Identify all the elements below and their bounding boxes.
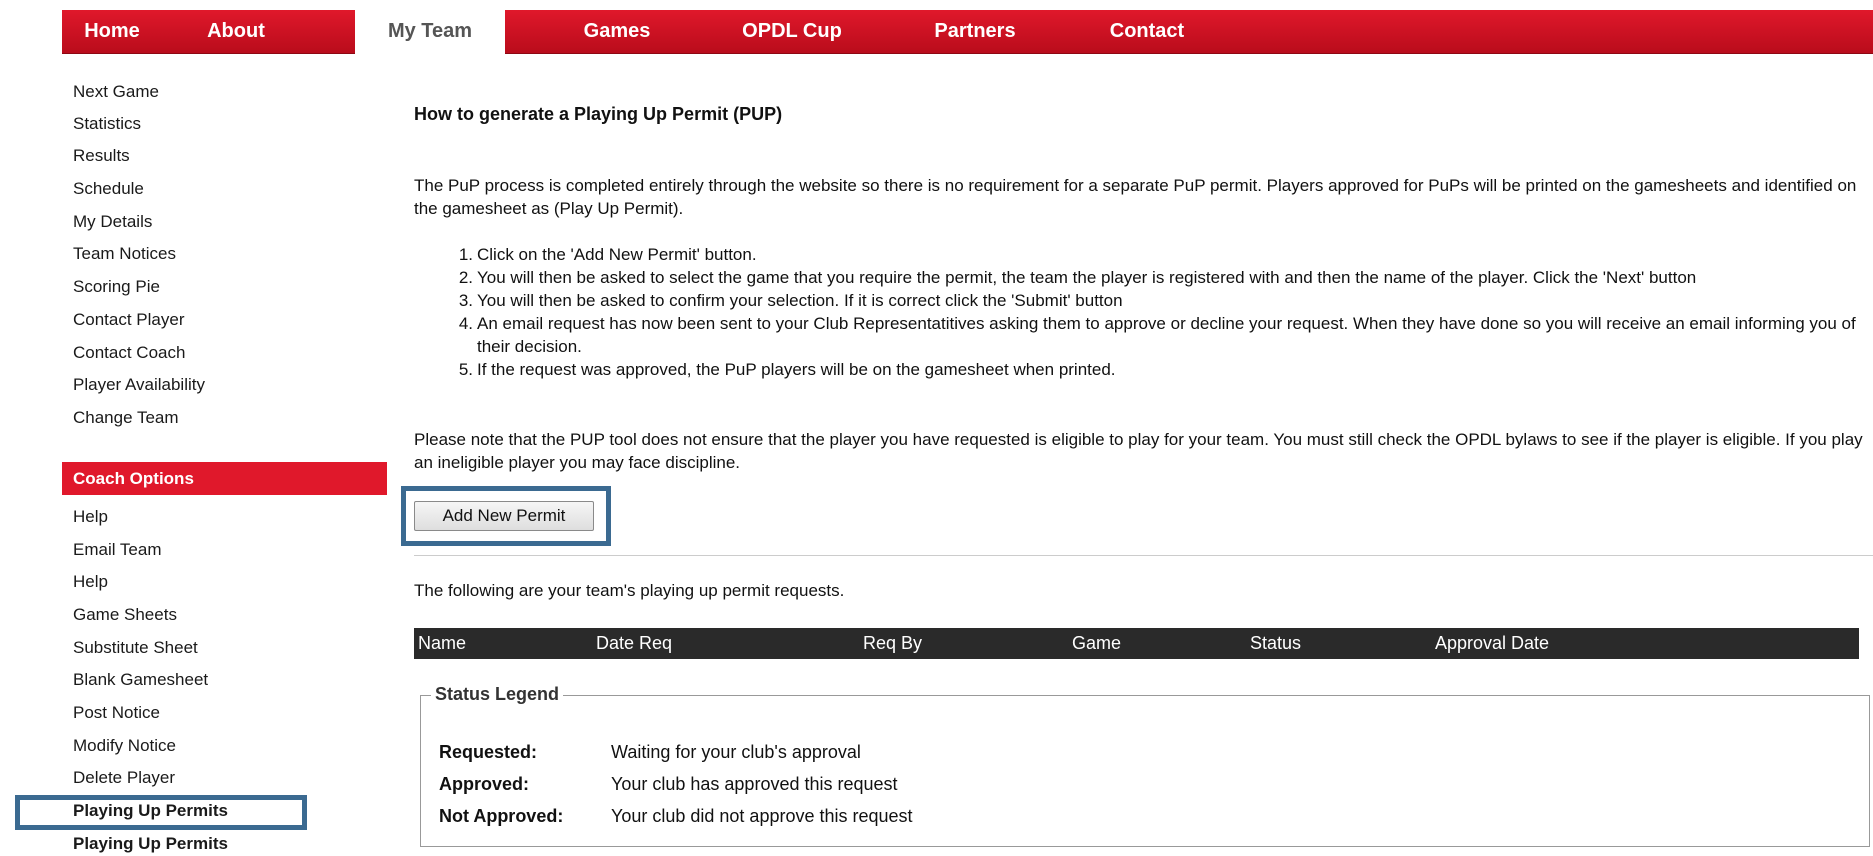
column-header-req-by[interactable]: Req By xyxy=(863,628,922,659)
sidebar-link-post-notice[interactable]: Post Notice xyxy=(73,703,160,723)
nav-home[interactable]: Home xyxy=(62,10,162,53)
nav-about[interactable]: About xyxy=(176,10,296,53)
sidebar-link-delete-player[interactable]: Delete Player xyxy=(73,768,175,788)
column-header-approval-date[interactable]: Approval Date xyxy=(1435,628,1549,659)
nav-opdl-cup[interactable]: OPDL Cup xyxy=(722,10,862,53)
sidebar-link-email-team[interactable]: Email Team xyxy=(73,540,162,560)
coach-options-header: Coach Options xyxy=(62,462,387,495)
sidebar-link-modify-notice[interactable]: Modify Notice xyxy=(73,736,176,756)
column-header-status[interactable]: Status xyxy=(1250,628,1301,659)
sidebar-link-substitute-sheet[interactable]: Substitute Sheet xyxy=(73,638,198,658)
step-item: 5. If the request was approved, the PuP … xyxy=(459,358,1873,381)
legend-row: Requested: Waiting for your club's approv… xyxy=(439,742,861,763)
sidebar-link-blank-gamesheet[interactable]: Blank Gamesheet xyxy=(73,670,208,690)
legend-label: Requested: xyxy=(439,742,538,762)
sidebar-link-contact-player[interactable]: Contact Player xyxy=(73,310,185,330)
legend-description: Waiting for your club's approval xyxy=(611,742,861,762)
step-text: You will then be asked to select the gam… xyxy=(477,268,1697,287)
step-number: 1. xyxy=(458,245,473,264)
eligibility-note: Please note that the PUP tool does not e… xyxy=(414,430,1863,472)
nav-contact[interactable]: Contact xyxy=(1082,10,1212,53)
nav-games[interactable]: Games xyxy=(557,10,677,53)
step-item: 2. You will then be asked to select the … xyxy=(459,266,1873,289)
step-item: 4. An email request has now been sent to… xyxy=(459,312,1873,358)
step-number: 2. xyxy=(458,268,473,287)
main-nav: Home About My Team Games OPDL Cup Partne… xyxy=(62,10,1873,54)
sidebar-link-my-details[interactable]: My Details xyxy=(73,212,152,232)
step-number: 4. xyxy=(458,314,473,333)
sidebar-link-next-game[interactable]: Next Game xyxy=(73,82,159,102)
step-number: 3. xyxy=(458,291,473,310)
step-item: 1. Click on the 'Add New Permit' button. xyxy=(459,243,1873,266)
nav-partners[interactable]: Partners xyxy=(910,10,1040,53)
sidebar-link-help[interactable]: Help xyxy=(73,507,108,527)
add-new-permit-button[interactable]: Add New Permit xyxy=(414,501,594,531)
nav-my-team[interactable]: My Team xyxy=(355,10,505,54)
intro-paragraph: The PuP process is completed entirely th… xyxy=(414,176,1857,218)
legend-description: Your club did not approve this request xyxy=(611,806,913,826)
sidebar-link-player-availability[interactable]: Player Availability xyxy=(73,375,205,395)
status-legend: Status Legend Requested: Waiting for your… xyxy=(420,684,1870,847)
legend-row: Approved: Your club has approved this req… xyxy=(439,774,898,795)
step-number: 5. xyxy=(458,360,473,379)
sidebar-highlight-box xyxy=(15,795,307,830)
sidebar-link-statistics[interactable]: Statistics xyxy=(73,114,141,134)
sidebar-link-game-sheets[interactable]: Game Sheets xyxy=(73,605,177,625)
step-text: You will then be asked to confirm your s… xyxy=(477,291,1123,310)
page: Home About My Team Games OPDL Cup Partne… xyxy=(0,0,1873,856)
permits-table-header: Name Date Req Req By Game Status Approva… xyxy=(414,628,1859,659)
legend-description: Your club has approved this request xyxy=(611,774,898,794)
sidebar-link-team-notices[interactable]: Team Notices xyxy=(73,244,176,264)
page-title: How to generate a Playing Up Permit (PUP… xyxy=(414,104,783,124)
step-text: Click on the 'Add New Permit' button. xyxy=(477,245,757,264)
requests-intro: The following are your team's playing up… xyxy=(414,581,845,600)
sidebar-link-change-team[interactable]: Change Team xyxy=(73,408,179,428)
status-legend-title: Status Legend xyxy=(431,684,564,705)
legend-row: Not Approved: Your club did not approve t… xyxy=(439,806,913,827)
column-header-date-req[interactable]: Date Req xyxy=(596,628,672,659)
column-header-game[interactable]: Game xyxy=(1072,628,1121,659)
divider xyxy=(414,555,1873,556)
sidebar-link-playing-up-permits-2[interactable]: Playing Up Permits xyxy=(73,834,228,854)
sidebar-link-help-2[interactable]: Help xyxy=(73,572,108,592)
sidebar-link-schedule[interactable]: Schedule xyxy=(73,179,144,199)
sidebar-link-contact-coach[interactable]: Contact Coach xyxy=(73,343,185,363)
step-item: 3. You will then be asked to confirm you… xyxy=(459,289,1873,312)
sidebar-link-scoring-pie[interactable]: Scoring Pie xyxy=(73,277,160,297)
sidebar-link-results[interactable]: Results xyxy=(73,146,130,166)
column-header-name[interactable]: Name xyxy=(418,628,466,659)
step-text: If the request was approved, the PuP pla… xyxy=(477,360,1116,379)
legend-label: Not Approved: xyxy=(439,806,564,826)
legend-label: Approved: xyxy=(439,774,529,794)
step-text: An email request has now been sent to yo… xyxy=(477,314,1856,356)
steps-list: 1. Click on the 'Add New Permit' button.… xyxy=(459,243,1873,381)
